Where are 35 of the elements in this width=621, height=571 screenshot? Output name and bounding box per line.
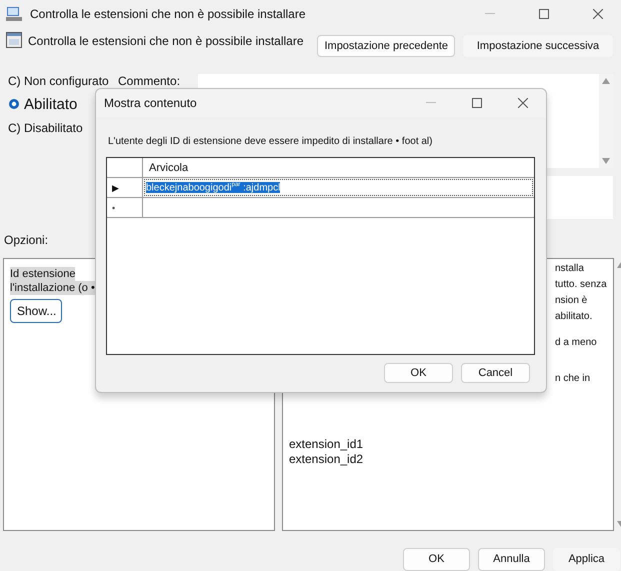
dialog-description: L'utente degli ID di estensione deve essere impedito di installare • foot al) [108, 136, 432, 147]
row-header[interactable]: • [107, 198, 143, 217]
minimize-icon[interactable] [485, 13, 495, 15]
supported-on-field [545, 176, 613, 219]
close-icon[interactable] [593, 9, 603, 19]
dialog-title: Mostra contenuto [104, 96, 198, 110]
option-text: Id estensione [10, 266, 76, 281]
close-icon[interactable] [518, 98, 528, 108]
next-setting-button[interactable]: Impostazione successiva [463, 35, 613, 57]
scroll-down-icon[interactable] [602, 158, 610, 164]
minimize-icon[interactable] [426, 102, 436, 104]
footer-button[interactable]: Applica [553, 548, 620, 571]
comment-label: Commento: [118, 74, 182, 88]
option-text: l'installazione (o • [10, 280, 95, 295]
dialog-button[interactable]: Cancel [461, 363, 530, 383]
column-header[interactable]: Arvicola [143, 158, 534, 177]
radio-option[interactable]: C) Non configurato [8, 74, 118, 88]
maximize-icon[interactable] [539, 9, 549, 19]
row-header[interactable]: ▶ [107, 178, 143, 197]
radio-checked-icon[interactable] [8, 98, 20, 110]
dialog-button[interactable]: OK [384, 363, 453, 383]
window-title: Controlla le estensioni che non è possibile installare [30, 7, 306, 21]
footer-button[interactable]: Annulla [478, 548, 545, 571]
help-text: extension_id1 [289, 436, 364, 452]
show-button[interactable]: Show... [10, 298, 62, 323]
help-text: extension_id2 [289, 452, 364, 467]
table-cell[interactable]: bleckejnaboogigodi$^{par}$ :ajdmpcl [146, 182, 280, 194]
policy-icon [6, 32, 22, 48]
footer-button[interactable]: OK [403, 548, 470, 571]
maximize-icon[interactable] [472, 98, 482, 108]
options-label: Opzioni: [4, 232, 48, 247]
policy-title: Controlla le estensioni che non è possibile installare [28, 34, 304, 48]
previous-setting-button[interactable]: Impostazione precedente [317, 35, 455, 57]
computer-icon [6, 7, 22, 21]
scroll-up-icon[interactable] [602, 78, 610, 84]
